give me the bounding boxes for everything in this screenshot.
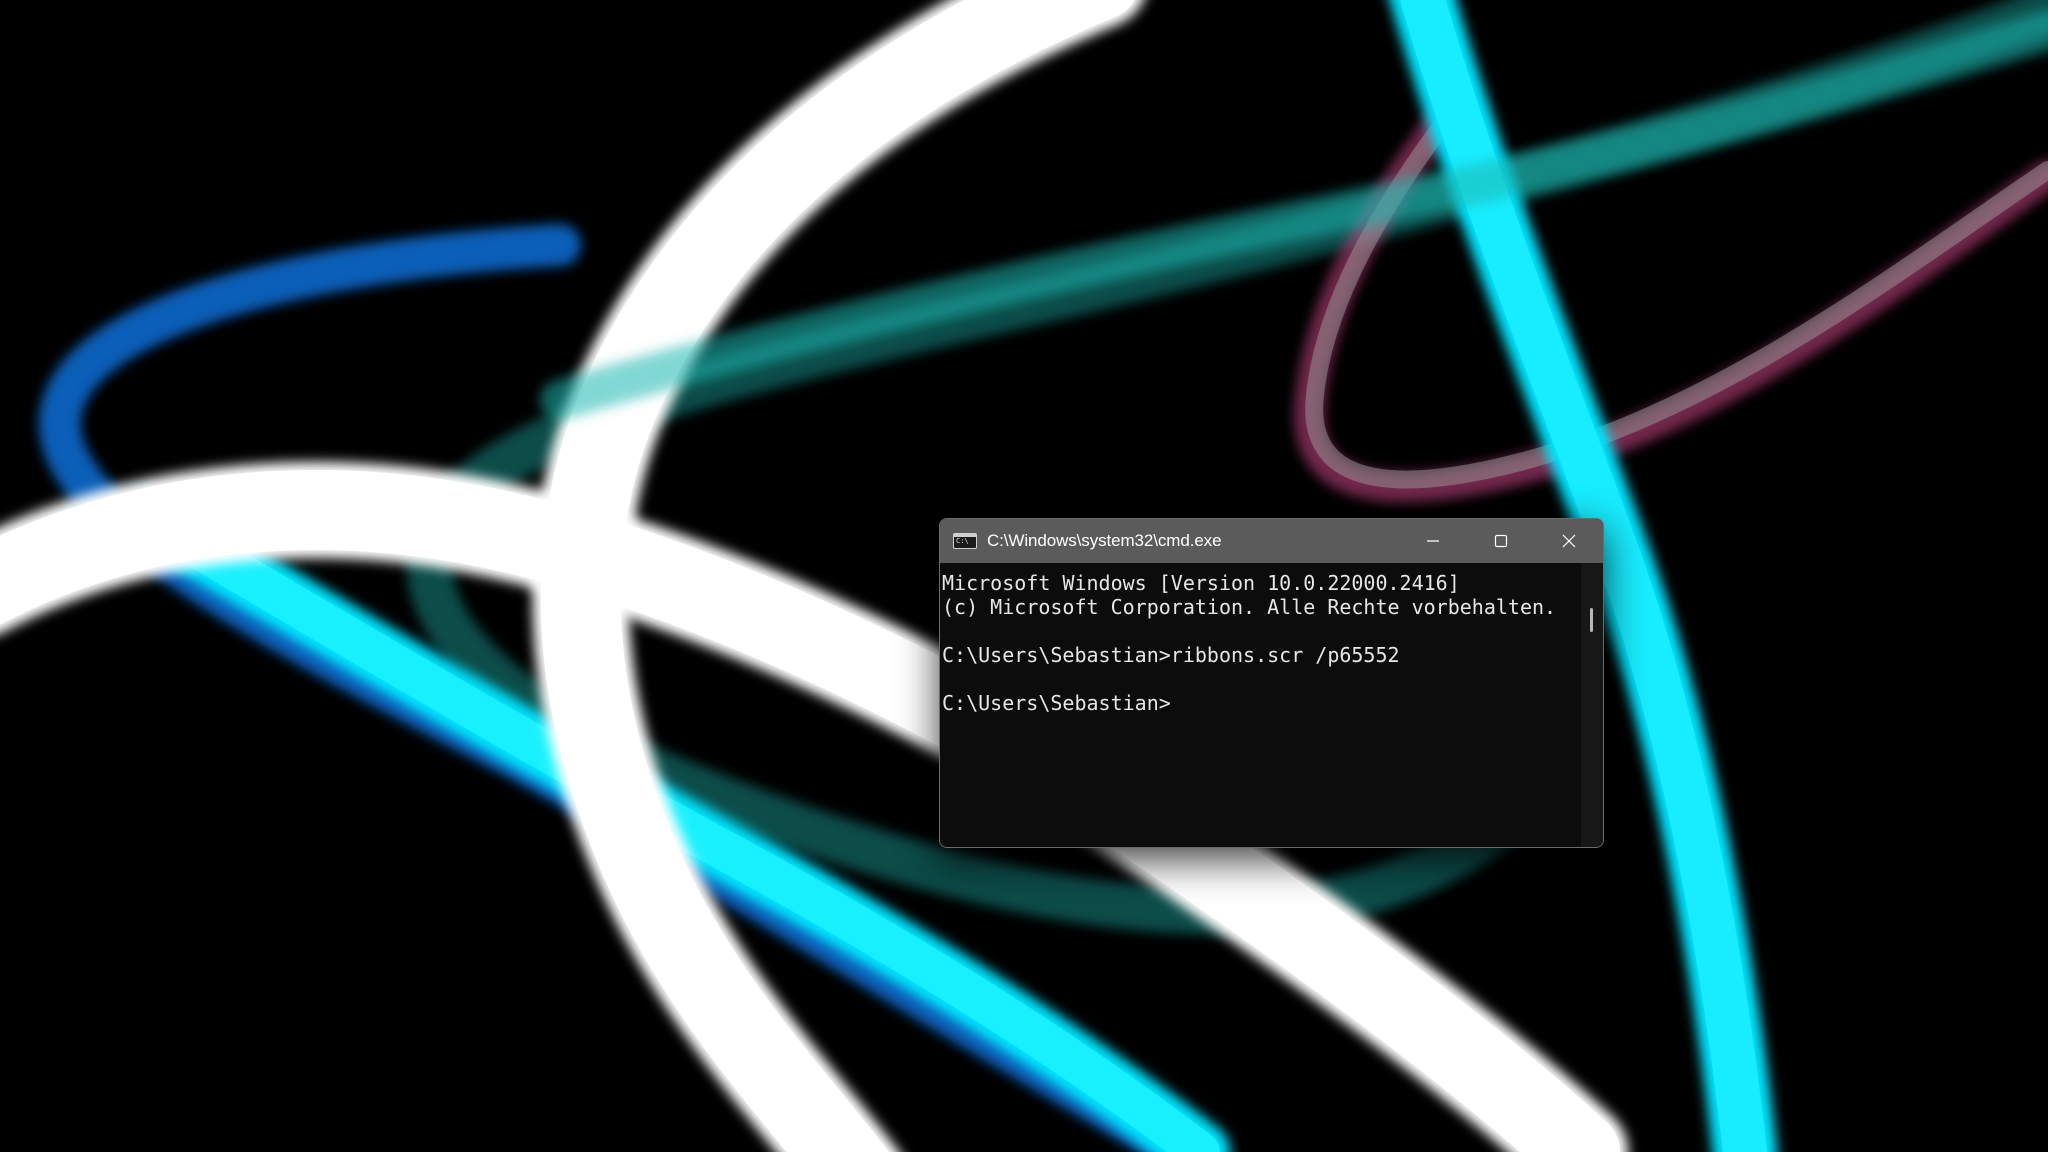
cmd-window[interactable]: C:\ C:\Windows\system32\cmd.exe Microsof… [939,518,1604,848]
console-line: C:\Users\Sebastian>ribbons.scr /p65552 [942,643,1400,667]
vertical-scrollbar[interactable] [1581,563,1603,847]
scrollbar-thumb[interactable] [1590,608,1593,632]
close-icon [1562,534,1576,548]
maximize-icon [1494,534,1508,548]
maximize-button[interactable] [1467,519,1535,563]
minimize-button[interactable] [1399,519,1467,563]
cmd-icon-label: C:\ [956,537,969,545]
window-title: C:\Windows\system32\cmd.exe [987,531,1222,550]
desktop-background: C:\ C:\Windows\system32\cmd.exe Microsof… [0,0,2048,1152]
title-bar[interactable]: C:\ C:\Windows\system32\cmd.exe [940,519,1603,563]
console-output[interactable]: Microsoft Windows [Version 10.0.22000.24… [940,563,1580,847]
minimize-icon [1427,540,1439,542]
console-line: (c) Microsoft Corporation. Alle Rechte v… [942,595,1557,619]
console-prompt-line[interactable]: C:\Users\Sebastian> [942,691,1580,715]
console-line: Microsoft Windows [Version 10.0.22000.24… [942,571,1460,595]
cmd-console-icon[interactable]: C:\ [953,533,977,549]
close-button[interactable] [1535,519,1603,563]
